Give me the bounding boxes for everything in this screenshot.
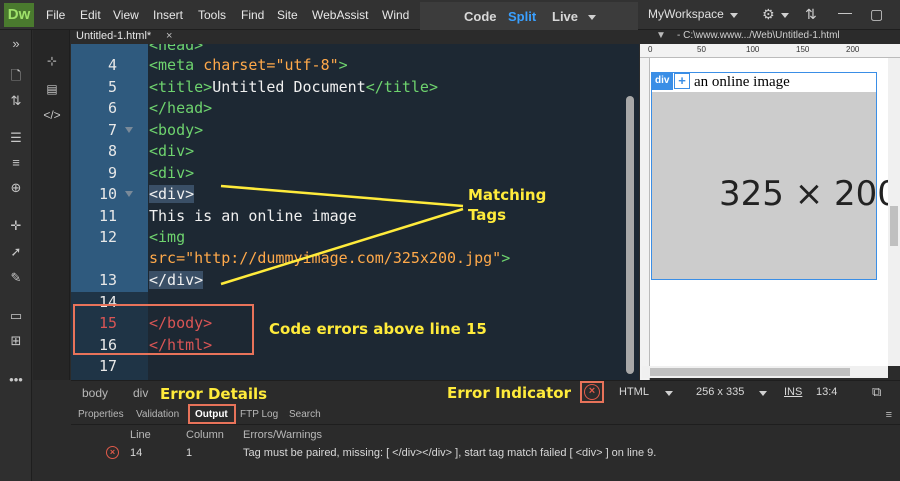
annotation-tags: Tags (468, 206, 507, 224)
menu-view[interactable]: View (113, 8, 139, 22)
view-switcher: Code Split Live (420, 2, 638, 30)
live-canvas[interactable]: 325 × 200 div + an online image (650, 58, 899, 366)
annotation-error-indicator: Error Indicator (447, 384, 571, 402)
horizontal-ruler: 0 50 100 150 200 (640, 44, 900, 58)
window-size-chevron-icon[interactable] (759, 391, 767, 396)
column-header-line[interactable]: Line (130, 429, 151, 441)
left-toolbar: » 🗋 ⇅ ☰ ≡ ⊕ ✛ ➚ ✎ ▭ ⊞ ••• (0, 30, 32, 481)
document-tab[interactable]: Untitled-1.html* (76, 30, 151, 44)
live-view-button[interactable]: Live (552, 9, 578, 24)
error-icon: × (106, 446, 119, 459)
gear-icon[interactable]: ⚙ (762, 6, 775, 23)
live-horizontal-scroll-thumb[interactable] (650, 368, 850, 376)
menu-window[interactable]: Wind (382, 8, 409, 22)
document-tab-bar: Untitled-1.html* × ▼ - C:\www.www.../Web… (71, 30, 900, 44)
panel-tabs: Properties Validation Output FTP Log Sea… (71, 403, 900, 425)
output-column[interactable]: 1 (186, 447, 192, 459)
menu-edit[interactable]: Edit (80, 8, 101, 22)
ruler-label: 0 (648, 45, 653, 54)
column-header-column[interactable]: Column (186, 429, 224, 441)
window-size-selector[interactable]: 256 x 335 (696, 386, 744, 398)
menu-bar: Dw File Edit View Insert Tools Find Site… (0, 0, 900, 30)
restore-icon[interactable]: ▢ (870, 6, 883, 23)
breadcrumb-body[interactable]: body (82, 386, 108, 400)
live-text: an online image (694, 74, 790, 90)
code-toolbar: ⊹ ▤ </> (33, 30, 70, 380)
tab-validation[interactable]: Validation (136, 409, 179, 420)
target-icon[interactable]: ⊕ (7, 180, 25, 196)
brush-icon[interactable]: ✎ (7, 270, 25, 286)
file-icon[interactable]: 🗋 (7, 68, 25, 84)
add-element-button[interactable]: + (674, 73, 690, 89)
live-horizontal-scrollbar[interactable] (642, 366, 888, 378)
get-put-icon[interactable]: ⇅ (7, 93, 25, 109)
document-path: - C:\www.www.../Web\Untitled-1.html (677, 30, 840, 41)
filter-icon[interactable]: ▼ (656, 30, 666, 41)
code-view-button[interactable]: Code (464, 9, 497, 24)
ruler-label: 50 (697, 45, 706, 54)
ruler-label: 150 (796, 45, 810, 54)
output-tab-highlight-box (188, 404, 236, 424)
menu-file[interactable]: File (46, 8, 65, 22)
tab-properties[interactable]: Properties (78, 409, 124, 420)
document-type-selector[interactable]: HTML (619, 386, 649, 398)
annotation-error-details: Error Details (160, 385, 268, 403)
menu-insert[interactable]: Insert (153, 8, 183, 22)
comment-icon[interactable]: ▭ (7, 308, 25, 324)
live-view-panel: 0 50 100 150 200 325 × 200 div + an onli… (640, 44, 900, 380)
column-header-errors[interactable]: Errors/Warnings (243, 429, 322, 441)
minimize-icon[interactable]: — (838, 4, 852, 20)
more-options-icon[interactable]: ••• (7, 372, 25, 388)
insert-mode[interactable]: INS (784, 386, 802, 398)
live-vertical-scroll-thumb[interactable] (890, 206, 898, 246)
annotation-matching: Matching (468, 186, 547, 204)
status-bar: body div Error Details Error Indicator ×… (71, 380, 900, 403)
move-icon[interactable]: ✛ (7, 218, 25, 234)
output-message[interactable]: Tag must be paired, missing: [ </div></d… (243, 447, 656, 459)
live-dropdown-chevron-icon[interactable] (588, 15, 596, 20)
sync-icon[interactable]: ⇅ (805, 6, 817, 23)
workspace-selector[interactable]: MyWorkspace (648, 7, 724, 21)
vertical-ruler (640, 58, 650, 380)
code-errors-highlight-box (73, 304, 254, 355)
selected-div-outline (651, 72, 877, 280)
indent-icon[interactable]: ≡ (7, 155, 25, 171)
menu-webassist[interactable]: WebAssist (312, 8, 368, 22)
workspace-chevron-icon[interactable] (730, 13, 738, 18)
ruler-label: 100 (746, 45, 760, 54)
ruler-label: 200 (846, 45, 860, 54)
menu-site[interactable]: Site (277, 8, 298, 22)
menu-find[interactable]: Find (241, 8, 264, 22)
tab-search[interactable]: Search (289, 409, 321, 420)
output-panel: Line Column Errors/Warnings × 14 1 Tag m… (71, 425, 900, 481)
hierarchy-icon[interactable]: ⊹ (42, 54, 62, 70)
document-type-chevron-icon[interactable] (665, 391, 673, 396)
live-vertical-scrollbar[interactable] (888, 58, 900, 366)
code-tag-icon[interactable]: </> (42, 108, 62, 124)
element-badge-div[interactable]: div (651, 72, 674, 90)
menu-tools[interactable]: Tools (198, 8, 226, 22)
snippet-icon[interactable]: ⊞ (7, 333, 25, 349)
gear-chevron-icon[interactable] (781, 13, 789, 18)
tab-ftp-log[interactable]: FTP Log (240, 409, 278, 420)
output-line[interactable]: 14 (130, 447, 142, 459)
expand-panels-icon[interactable]: » (7, 36, 25, 52)
error-indicator-icon[interactable]: × (584, 384, 600, 400)
close-tab-icon[interactable]: × (166, 30, 172, 42)
code-editor[interactable]: <head> 4 <meta charset="utf-8"> 5 <title… (71, 44, 639, 380)
annotation-code-errors: Code errors above line 15 (269, 320, 487, 338)
dreamweaver-logo: Dw (4, 3, 34, 27)
document-list-icon[interactable]: ☰ (7, 130, 25, 146)
split-view-button[interactable]: Split (508, 9, 536, 24)
cursor-position: 13:4 (816, 386, 838, 398)
breadcrumb-div[interactable]: div (133, 386, 148, 400)
preview-icon[interactable]: ⧉ (872, 384, 881, 400)
pointer-icon[interactable]: ➚ (7, 244, 25, 260)
code-format-icon[interactable]: ▤ (42, 82, 62, 98)
panel-menu-icon[interactable]: ≡ (886, 409, 892, 421)
